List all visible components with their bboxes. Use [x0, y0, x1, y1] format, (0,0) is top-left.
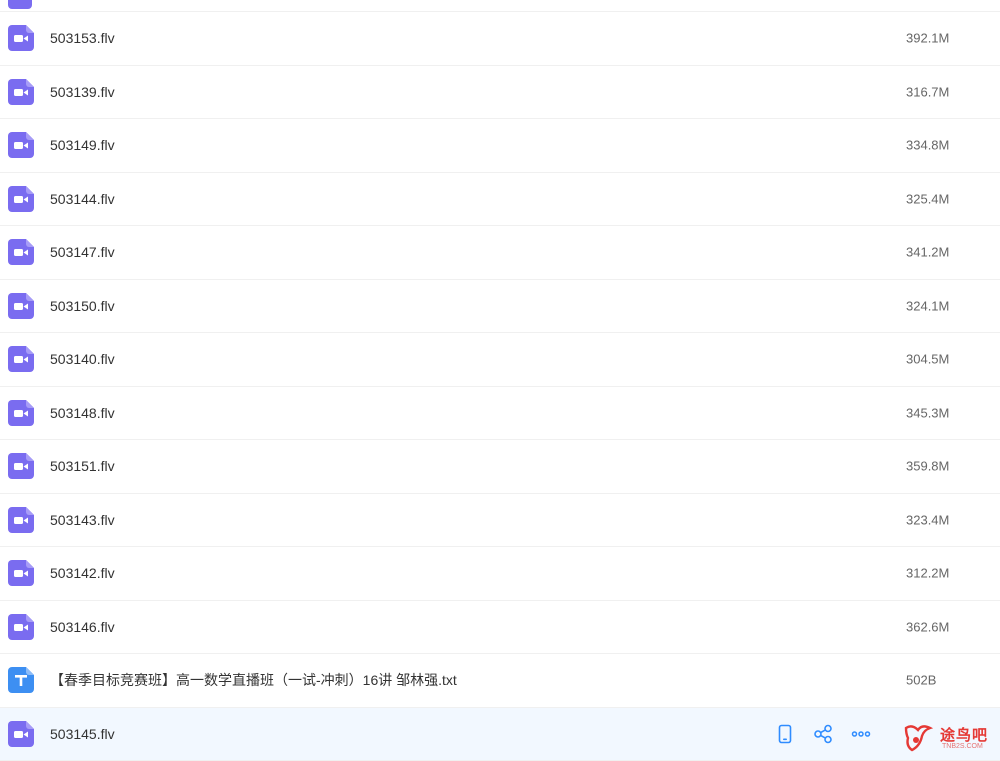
- text-file-icon: [8, 667, 34, 693]
- file-size: 324.1M: [906, 298, 949, 313]
- file-row[interactable]: 503142.flv 312.2M: [0, 547, 1000, 601]
- file-row[interactable]: 503143.flv 323.4M: [0, 494, 1000, 548]
- file-name[interactable]: 【春季目标竞赛班】高一数学直播班（一试-冲刺）16讲 邹林强.txt: [50, 670, 457, 690]
- file-size: 323.4M: [906, 512, 949, 527]
- file-row[interactable]: 503145.flv: [0, 708, 1000, 761]
- video-file-icon: [8, 560, 34, 586]
- file-name[interactable]: 503142.flv: [50, 565, 115, 581]
- file-size: 334.8M: [906, 138, 949, 153]
- video-file-icon: [8, 0, 34, 9]
- file-name[interactable]: 503146.flv: [50, 619, 115, 635]
- file-row[interactable]: 503144.flv 325.4M: [0, 173, 1000, 227]
- file-name[interactable]: 503147.flv: [50, 244, 115, 260]
- file-row[interactable]: 503148.flv 345.3M: [0, 387, 1000, 441]
- file-size: 325.4M: [906, 191, 949, 206]
- file-name[interactable]: 503149.flv: [50, 137, 115, 153]
- file-name[interactable]: 503139.flv: [50, 84, 115, 100]
- file-row[interactable]: 503146.flv 362.6M: [0, 601, 1000, 655]
- video-file-icon: [8, 721, 34, 747]
- watermark-subtext: TNB2S.COM: [942, 743, 983, 750]
- file-row[interactable]: 503149.flv 334.8M: [0, 119, 1000, 173]
- video-file-icon: [8, 400, 34, 426]
- file-row[interactable]: [0, 0, 1000, 12]
- file-name[interactable]: 503150.flv: [50, 298, 115, 314]
- file-name[interactable]: 503140.flv: [50, 351, 115, 367]
- file-row[interactable]: 503151.flv 359.8M: [0, 440, 1000, 494]
- file-name[interactable]: 503151.flv: [50, 458, 115, 474]
- share-icon[interactable]: [813, 724, 833, 744]
- file-size: 341.2M: [906, 245, 949, 260]
- phone-icon[interactable]: [775, 724, 795, 744]
- file-row[interactable]: 503153.flv 392.1M: [0, 12, 1000, 66]
- video-file-icon: [8, 507, 34, 533]
- video-file-icon: [8, 346, 34, 372]
- file-name[interactable]: 503148.flv: [50, 405, 115, 421]
- row-actions: [775, 724, 871, 744]
- file-size: 345.3M: [906, 405, 949, 420]
- file-size: 359.8M: [906, 459, 949, 474]
- file-name[interactable]: 503143.flv: [50, 512, 115, 528]
- more-icon[interactable]: [851, 724, 871, 744]
- video-file-icon: [8, 79, 34, 105]
- file-row[interactable]: 503140.flv 304.5M: [0, 333, 1000, 387]
- video-file-icon: [8, 239, 34, 265]
- file-row[interactable]: 503139.flv 316.7M: [0, 66, 1000, 120]
- video-file-icon: [8, 186, 34, 212]
- file-size: 312.2M: [906, 566, 949, 581]
- file-row[interactable]: 503147.flv 341.2M: [0, 226, 1000, 280]
- video-file-icon: [8, 132, 34, 158]
- bird-logo-icon: [902, 722, 936, 754]
- file-name[interactable]: 503144.flv: [50, 191, 115, 207]
- video-file-icon: [8, 614, 34, 640]
- file-name[interactable]: 503145.flv: [50, 726, 115, 742]
- video-file-icon: [8, 453, 34, 479]
- watermark-text: 途鸟吧: [940, 724, 988, 745]
- video-file-icon: [8, 25, 34, 51]
- file-size: 362.6M: [906, 619, 949, 634]
- watermark-logo: 途鸟吧 TNB2S.COM: [900, 720, 996, 756]
- file-list: 503153.flv 392.1M 503139.flv 316.7M 5031…: [0, 0, 1000, 761]
- file-size: 502B: [906, 673, 936, 688]
- file-size: 304.5M: [906, 352, 949, 367]
- file-name[interactable]: 503153.flv: [50, 30, 115, 46]
- file-row[interactable]: 【春季目标竞赛班】高一数学直播班（一试-冲刺）16讲 邹林强.txt 502B: [0, 654, 1000, 708]
- file-row[interactable]: 503150.flv 324.1M: [0, 280, 1000, 334]
- file-size: 392.1M: [906, 31, 949, 46]
- file-size: 316.7M: [906, 84, 949, 99]
- video-file-icon: [8, 293, 34, 319]
